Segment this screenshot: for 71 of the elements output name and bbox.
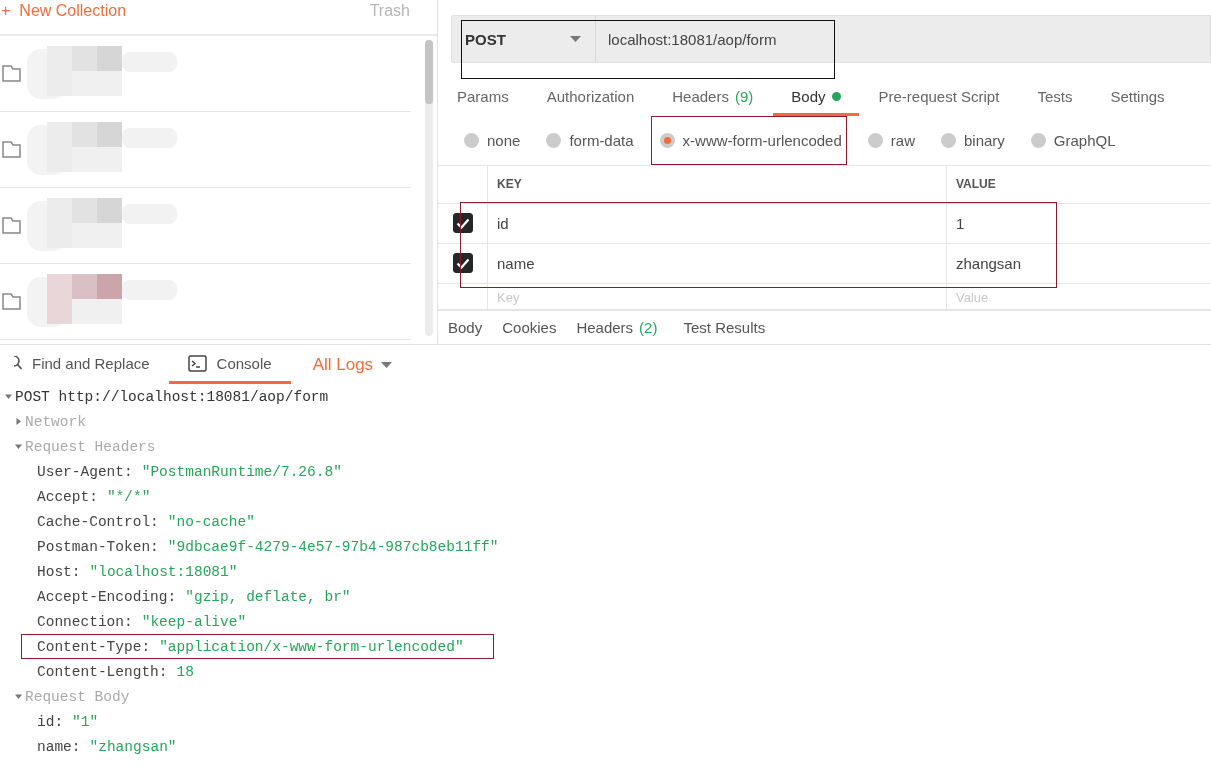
expand-caret-icon[interactable]: [15, 693, 22, 700]
search-icon: [14, 356, 22, 370]
log-value: "keep-alive": [141, 613, 247, 630]
radio-label[interactable]: x-www-form-urlencoded: [682, 131, 842, 149]
radio-label[interactable]: none: [487, 131, 521, 149]
radio-button[interactable]: [546, 132, 562, 148]
log-value: 18: [176, 663, 194, 680]
log-request-title[interactable]: POST http://localhost:18081/aop/form: [15, 388, 329, 405]
expand-caret-icon[interactable]: [15, 418, 22, 425]
log-value: "localhost:18081": [89, 563, 238, 580]
table-cell[interactable]: zhangsan: [946, 243, 1211, 283]
request-tab[interactable]: Headers (9): [654, 78, 772, 116]
checkbox[interactable]: [452, 213, 473, 234]
log-value: "application/x-www-form-urlencoded": [159, 638, 464, 655]
console-tab[interactable]: Find and Replace: [0, 345, 169, 384]
log-value: "PostmanRuntime/7.26.8": [141, 463, 342, 480]
log-value: "no-cache": [167, 513, 255, 530]
radio-button[interactable]: [867, 132, 883, 148]
response-tab[interactable]: Test Results: [683, 318, 766, 336]
folder-icon: [2, 293, 21, 310]
radio-label[interactable]: raw: [890, 131, 915, 149]
log-key: Cache-Control:: [37, 513, 159, 530]
log-key: Postman-Token:: [37, 538, 159, 555]
log-key: Accept:: [37, 488, 98, 505]
column-header: KEY: [487, 165, 946, 203]
log-key: Host:: [37, 563, 81, 580]
response-tab[interactable]: Cookies: [502, 318, 557, 336]
request-tab[interactable]: Params: [457, 78, 527, 116]
url-field[interactable]: localhost:18081/aop/form: [596, 15, 1211, 63]
folder-icon: [2, 217, 21, 234]
response-tab[interactable]: Headers (2): [576, 318, 658, 336]
table-cell[interactable]: 1: [946, 203, 1211, 243]
table-cell[interactable]: name: [487, 243, 946, 283]
log-key: Content-Type:: [37, 638, 151, 655]
request-tab[interactable]: Tests: [1019, 78, 1091, 116]
response-tab[interactable]: Body: [448, 318, 483, 336]
log-value: "*/*": [106, 488, 151, 505]
log-value: "1": [72, 713, 99, 730]
request-tab[interactable]: Pre-request Script: [860, 78, 1018, 116]
log-key: Content-Length:: [37, 663, 168, 680]
log-value: "zhangsan": [89, 738, 177, 755]
radio-label[interactable]: form-data: [569, 131, 634, 149]
log-key: User-Agent:: [37, 463, 133, 480]
table-cell[interactable]: id: [487, 203, 946, 243]
radio-button[interactable]: [464, 132, 479, 148]
radio-button[interactable]: [659, 132, 675, 148]
folder-icon: [2, 141, 21, 158]
log-key: Connection:: [37, 613, 133, 630]
expand-caret-icon[interactable]: [15, 443, 22, 450]
radio-button[interactable]: [940, 132, 956, 148]
log-key: Accept-Encoding:: [37, 588, 177, 605]
caret-icon: [381, 361, 393, 368]
log-value: "9dbcae9f-4279-4e57-97b4-987cb8eb11ff": [167, 538, 499, 555]
log-key: name:: [37, 738, 81, 755]
request-tab[interactable]: Authorization: [528, 78, 653, 116]
checkbox[interactable]: [452, 253, 473, 274]
radio-label[interactable]: GraphQL: [1053, 131, 1116, 149]
column-header: VALUE: [946, 165, 1211, 203]
scrollbar-thumb[interactable]: [425, 40, 433, 104]
radio-button[interactable]: [1030, 132, 1046, 148]
method-dropdown[interactable]: POST: [451, 15, 596, 63]
terminal-icon: [187, 354, 207, 372]
console-tab[interactable]: Console: [168, 345, 291, 384]
radio-label[interactable]: binary: [963, 131, 1005, 149]
caret-icon: [570, 36, 581, 42]
request-tab[interactable]: Settings: [1092, 78, 1183, 116]
expand-caret-icon[interactable]: [5, 393, 12, 400]
request-tab[interactable]: Body: [773, 78, 859, 116]
log-key: id:: [37, 713, 64, 730]
log-value: "gzip, deflate, br": [185, 588, 351, 605]
folder-icon: [2, 65, 21, 82]
